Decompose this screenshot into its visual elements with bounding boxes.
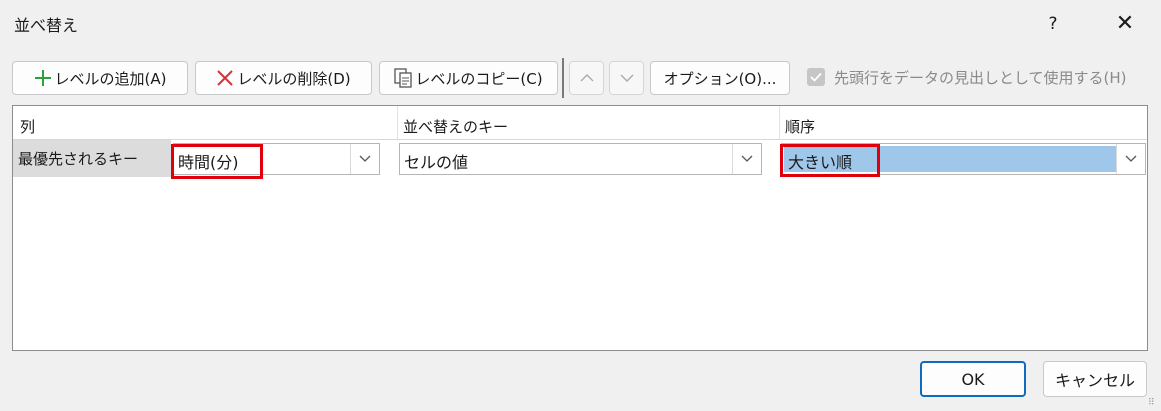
sort-levels-grid: 列 並べ替えのキー 順序 最優先されるキー 時間(分) セルの値 大きい順: [12, 105, 1148, 351]
delete-level-button[interactable]: レベルの削除(D): [195, 61, 372, 95]
chevron-down-icon: [620, 69, 634, 87]
chevron-down-icon[interactable]: [1116, 144, 1145, 174]
column-divider: [397, 106, 398, 139]
cancel-button[interactable]: キャンセル: [1043, 361, 1147, 397]
column-header-column: 列: [20, 118, 36, 136]
ok-button[interactable]: OK: [920, 361, 1026, 397]
chevron-down-icon[interactable]: [732, 144, 761, 174]
annotation-highlight: [780, 144, 880, 177]
sort-on-select[interactable]: セルの値: [399, 143, 762, 175]
sort-on-select-value: セルの値: [404, 153, 469, 172]
annotation-highlight: [171, 144, 263, 179]
resize-grip-icon[interactable]: ⠿: [1148, 398, 1155, 408]
ok-label: OK: [961, 369, 985, 389]
title-bar: 並べ替え ? ✕: [0, 0, 1161, 48]
row-label: 最優先されるキー: [18, 150, 139, 168]
chevron-down-icon[interactable]: [350, 144, 379, 174]
header-row-checkbox-label: 先頭行をデータの見出しとして使用する(H): [834, 69, 1127, 87]
options-label: オプション(O)...: [663, 69, 777, 88]
copy-level-label: レベルのコピー(C): [415, 69, 543, 88]
help-button[interactable]: ?: [1038, 10, 1068, 38]
move-up-button[interactable]: [569, 61, 604, 95]
row-label-cell[interactable]: 最優先されるキー: [13, 140, 171, 177]
header-divider: [13, 139, 1147, 140]
copy-level-button[interactable]: レベルのコピー(C): [379, 61, 558, 95]
chevron-up-icon: [580, 69, 594, 87]
move-down-button[interactable]: [609, 61, 644, 95]
options-button[interactable]: オプション(O)...: [650, 61, 790, 95]
column-header-order: 順序: [785, 118, 816, 136]
plus-icon: [34, 69, 52, 87]
delete-level-label: レベルの削除(D): [237, 69, 351, 88]
add-level-button[interactable]: レベルの追加(A): [12, 61, 188, 95]
checkmark-icon: [810, 68, 822, 86]
column-header-sort-on: 並べ替えのキー: [403, 118, 509, 136]
copy-icon: [394, 68, 413, 88]
close-button[interactable]: ✕: [1106, 10, 1144, 38]
dialog-title: 並べ替え: [14, 16, 79, 35]
header-row-checkbox[interactable]: [807, 68, 825, 86]
x-icon: [216, 69, 234, 87]
toolbar-separator: [562, 58, 564, 98]
cancel-label: キャンセル: [1054, 371, 1135, 390]
column-divider: [779, 106, 780, 139]
add-level-label: レベルの追加(A): [54, 69, 167, 88]
